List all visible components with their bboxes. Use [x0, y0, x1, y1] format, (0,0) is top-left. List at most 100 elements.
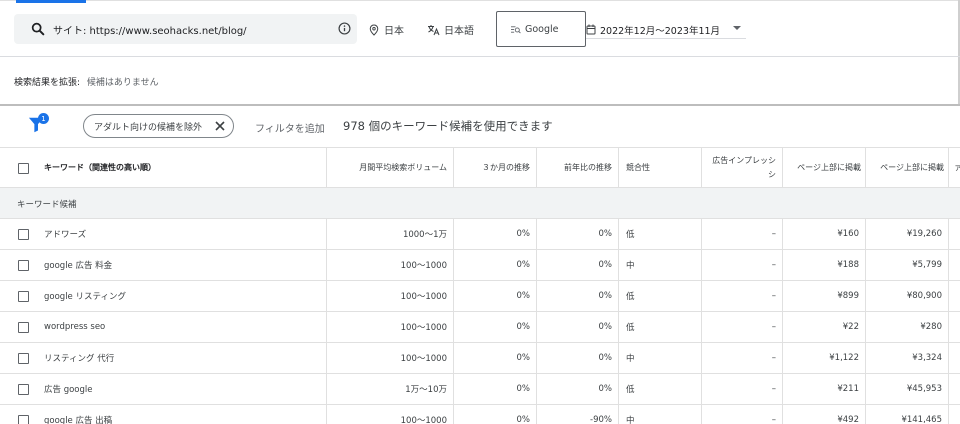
row-checkbox[interactable]: [18, 229, 29, 240]
top-low-cell: ¥492: [837, 415, 859, 424]
date-range-label: 2022年12月〜2023年11月: [600, 25, 721, 37]
table-row[interactable]: google 広告 料金 100〜1000 0% 0% 中 – ¥188 ¥5,799: [0, 250, 960, 281]
add-filter-button[interactable]: フィルタを追加: [255, 120, 325, 135]
top-high-cell: ¥5,799: [912, 260, 942, 270]
header-top-high[interactable]: ページ上部に掲載: [866, 148, 948, 187]
header-volume[interactable]: 月間平均検索ボリューム: [327, 148, 453, 187]
header-keyword[interactable]: キーワード（関連性の高い順）: [44, 148, 324, 187]
adult-exclude-chip[interactable]: アダルト向けの候補を除外: [83, 114, 234, 138]
three-month-cell: 0%: [516, 415, 531, 424]
column-divider: [948, 374, 949, 404]
header-impression[interactable]: 広告インプレッシ シ: [702, 148, 782, 187]
table-row[interactable]: アドワーズ 1000〜1万 0% 0% 低 – ¥160 ¥19,260: [0, 219, 960, 250]
top-low-cell: ¥160: [837, 229, 859, 239]
keyword-cell: アドワーズ: [44, 230, 87, 240]
row-checkbox[interactable]: [18, 415, 29, 424]
header-more[interactable]: ァ: [954, 148, 960, 187]
volume-cell: 1万〜10万: [405, 385, 447, 395]
top-low-cell: ¥211: [837, 384, 859, 394]
close-icon[interactable]: [215, 121, 225, 131]
column-divider: [618, 250, 619, 280]
translate-icon: [428, 24, 440, 35]
top-high-cell: ¥141,465: [901, 415, 942, 424]
group-label: キーワード候補: [17, 200, 77, 210]
three-month-cell: 0%: [516, 353, 531, 363]
top-border: [0, 0, 960, 1]
volume-cell: 100〜1000: [400, 292, 447, 302]
table-row[interactable]: リスティング 代行 100〜1000 0% 0% 中 – ¥1,122 ¥3,324: [0, 343, 960, 374]
table-row[interactable]: wordpress seo 100〜1000 0% 0% 低 – ¥22 ¥280: [0, 312, 960, 343]
volume-cell: 100〜1000: [400, 323, 447, 333]
row-checkbox[interactable]: [18, 260, 29, 271]
column-divider: [948, 343, 949, 373]
date-range-selector[interactable]: 2022年12月〜2023年11月: [586, 21, 746, 39]
location-label: 日本: [384, 26, 404, 37]
keyword-cell: google 広告 料金: [44, 261, 113, 271]
impression-cell: –: [771, 322, 776, 332]
chip-label: アダルト向けの候補を除外: [94, 122, 203, 133]
competition-cell: 中: [626, 416, 635, 424]
network-selector[interactable]: Google: [496, 11, 586, 47]
yoy-cell: 0%: [598, 260, 613, 270]
keyword-cell: google リスティング: [44, 292, 126, 302]
network-icon: [511, 25, 521, 33]
info-icon[interactable]: [338, 22, 351, 35]
volume-cell: 100〜1000: [400, 354, 447, 364]
table-header-row: キーワード（関連性の高い順） 月間平均検索ボリューム ３か月の推移 前年比の推移…: [0, 147, 960, 188]
competition-cell: 低: [626, 323, 635, 333]
row-checkbox[interactable]: [18, 384, 29, 395]
column-divider: [948, 250, 949, 280]
network-label: Google: [525, 23, 559, 35]
column-divider: [618, 281, 619, 311]
volume-cell: 1000〜1万: [402, 230, 447, 240]
search-query-text: サイト: https://www.seohacks.net/blog/: [53, 26, 247, 37]
row-checkbox[interactable]: [18, 353, 29, 364]
column-divider: [618, 219, 619, 249]
active-tab-indicator: [16, 0, 86, 3]
keyword-cell: google 広告 出稿: [44, 416, 113, 424]
filter-count-badge: 1: [38, 113, 49, 124]
top-low-cell: ¥899: [837, 291, 859, 301]
section-divider: [0, 104, 960, 106]
site-search-box[interactable]: サイト: https://www.seohacks.net/blog/: [14, 14, 357, 44]
keyword-cell: 広告 google: [44, 385, 93, 395]
select-all-checkbox[interactable]: [18, 163, 29, 174]
volume-cell: 100〜1000: [400, 261, 447, 271]
table-row[interactable]: 広告 google 1万〜10万 0% 0% 低 – ¥211 ¥45,953: [0, 374, 960, 405]
top-low-cell: ¥1,122: [829, 353, 859, 363]
header-competition[interactable]: 競合性: [626, 148, 701, 187]
top-high-cell: ¥3,324: [912, 353, 942, 363]
row-checkbox[interactable]: [18, 291, 29, 302]
row-checkbox[interactable]: [18, 322, 29, 333]
expand-value: 候補はありません: [86, 78, 159, 88]
language-selector[interactable]: 日本語: [427, 22, 474, 37]
expand-label: 検索結果を拡張:: [14, 78, 81, 88]
table-row[interactable]: google 広告 出稿 100〜1000 0% -90% 中 – ¥492 ¥141,465: [0, 405, 960, 424]
location-pin-icon: [369, 23, 379, 36]
impression-cell: –: [771, 260, 776, 270]
yoy-cell: -90%: [590, 415, 612, 424]
search-icon: [31, 22, 45, 36]
column-divider: [618, 312, 619, 342]
three-month-cell: 0%: [516, 229, 531, 239]
header-top-low[interactable]: ページ上部に掲載: [783, 148, 865, 187]
top-high-cell: ¥80,900: [906, 291, 942, 301]
impression-cell: –: [771, 415, 776, 424]
three-month-cell: 0%: [516, 384, 531, 394]
impression-cell: –: [771, 229, 776, 239]
impression-cell: –: [771, 384, 776, 394]
competition-cell: 低: [626, 230, 635, 240]
location-selector[interactable]: 日本: [369, 22, 404, 37]
top-high-cell: ¥280: [920, 322, 942, 332]
header-three-month[interactable]: ３か月の推移: [454, 148, 536, 187]
expand-results: 検索結果を拡張: 候補はありません: [14, 75, 159, 88]
header-impression-line2: シ: [768, 170, 776, 179]
top-low-cell: ¥188: [837, 260, 859, 270]
column-divider: [948, 219, 949, 249]
header-yoy[interactable]: 前年比の推移: [537, 148, 618, 187]
column-divider: [948, 312, 949, 342]
impression-cell: –: [771, 353, 776, 363]
chevron-down-icon: [733, 26, 741, 30]
table-row[interactable]: google リスティング 100〜1000 0% 0% 低 – ¥899 ¥80,900: [0, 281, 960, 312]
competition-cell: 低: [626, 385, 635, 395]
